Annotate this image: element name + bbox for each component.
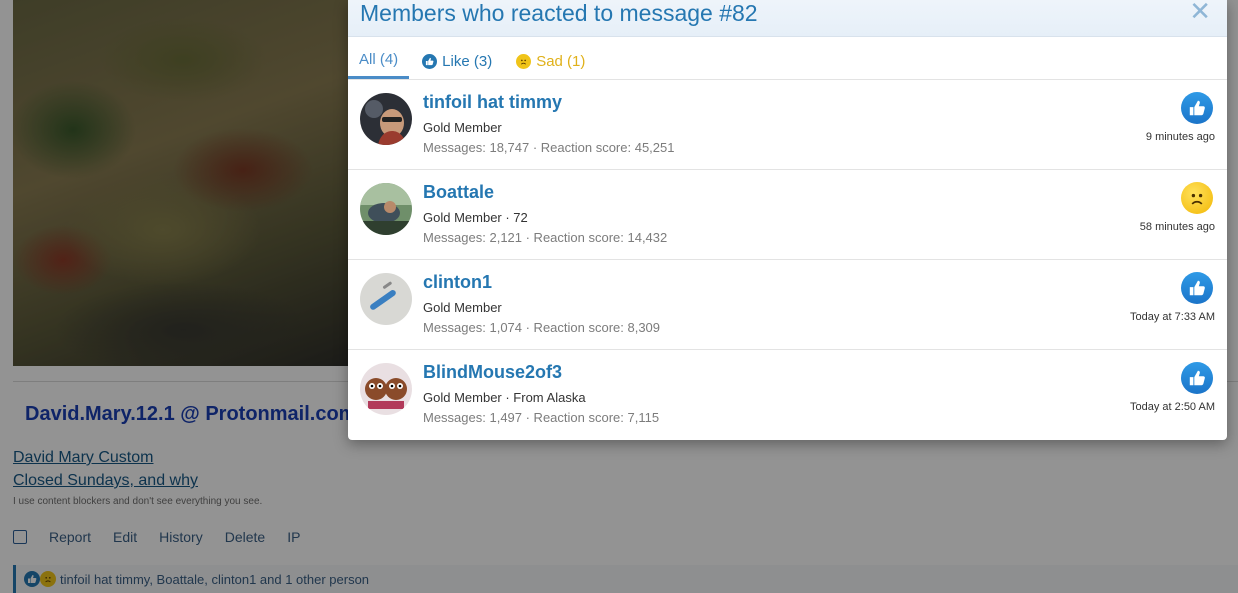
reaction-time: 58 minutes ago xyxy=(1139,221,1215,233)
tab-all[interactable]: All (4) xyxy=(348,43,410,79)
member-name[interactable]: BlindMouse2of3 xyxy=(423,362,562,383)
member-stats: Messages: 2,121 · Reaction score: 14,432 xyxy=(423,230,668,245)
member-title: Gold Member · From Alaska xyxy=(423,390,586,405)
member-name[interactable]: clinton1 xyxy=(423,272,492,293)
avatar[interactable] xyxy=(360,273,412,325)
like-icon xyxy=(1181,362,1213,394)
like-icon xyxy=(422,53,438,69)
reaction-tabs: All (4) Like (3) Sad (1) xyxy=(348,37,1227,80)
member-row: clinton1 Gold Member Messages: 1,074 · R… xyxy=(348,260,1227,350)
member-title: Gold Member xyxy=(423,300,502,315)
avatar[interactable] xyxy=(360,363,412,415)
reactions-modal: Members who reacted to message #82 ✕ All… xyxy=(348,0,1227,440)
modal-header: Members who reacted to message #82 ✕ xyxy=(348,0,1227,37)
tab-like[interactable]: Like (3) xyxy=(411,43,503,79)
member-stats: Messages: 18,747 · Reaction score: 45,25… xyxy=(423,140,675,155)
reaction-time: Today at 2:50 AM xyxy=(1130,401,1215,413)
tab-sad[interactable]: Sad (1) xyxy=(505,43,596,79)
member-row: tinfoil hat timmy Gold Member Messages: … xyxy=(348,80,1227,170)
member-stats: Messages: 1,074 · Reaction score: 8,309 xyxy=(423,320,661,335)
member-row: Boattale Gold Member · 72 Messages: 2,12… xyxy=(348,170,1227,260)
close-icon[interactable]: ✕ xyxy=(1189,0,1211,24)
member-name[interactable]: Boattale xyxy=(423,182,494,203)
member-row: BlindMouse2of3 Gold Member · From Alaska… xyxy=(348,350,1227,440)
like-icon xyxy=(1181,92,1213,124)
avatar[interactable] xyxy=(360,183,412,235)
reaction-time: 9 minutes ago xyxy=(1145,131,1215,143)
member-name[interactable]: tinfoil hat timmy xyxy=(423,92,562,113)
tab-all-label: All (4) xyxy=(359,51,399,68)
reaction-time: Today at 7:33 AM xyxy=(1130,311,1215,323)
sad-icon xyxy=(516,53,532,69)
modal-title: Members who reacted to message #82 xyxy=(360,0,758,26)
like-icon xyxy=(1181,272,1213,304)
member-stats: Messages: 1,497 · Reaction score: 7,115 xyxy=(423,410,660,425)
tab-sad-label: Sad (1) xyxy=(536,52,586,70)
sad-icon xyxy=(1181,182,1213,214)
tab-like-label: Like (3) xyxy=(442,52,493,70)
avatar[interactable] xyxy=(360,93,412,145)
member-title: Gold Member · 72 xyxy=(423,210,528,225)
member-title: Gold Member xyxy=(423,120,502,135)
